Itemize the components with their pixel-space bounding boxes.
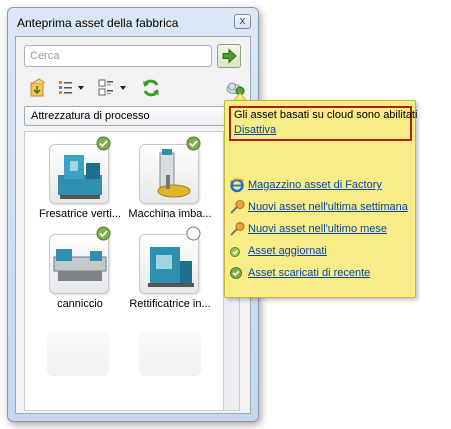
packaging-machine-image [157,149,191,198]
chevron-down-icon [78,86,84,90]
search-go-button[interactable] [217,44,241,68]
category-dropdown[interactable]: Attrezzatura di processo [24,106,240,126]
search-input[interactable] [24,45,212,67]
downloaded-check-icon [186,136,201,151]
asset-thumbnail [139,234,199,294]
asset-tile[interactable]: canniccio [35,226,125,316]
link-label[interactable]: Nuovi asset nell'ultima settimana [248,201,408,213]
cloud-status-highlight: Gli asset basati su cloud sono abilitati… [229,106,418,141]
title-bar[interactable]: Anteprima asset della fabbrica x [8,8,258,36]
asset-tile[interactable]: Fresatrice verti... [35,136,125,226]
asset-grid: Fresatrice verti... Macchina imba... can… [24,131,224,411]
close-icon: x [239,15,246,27]
cloud-status-tooltip: Gli asset basati su cloud sono abilitati… [224,100,418,298]
not-downloaded-icon [186,226,201,241]
arrow-right-icon [222,48,237,64]
asset-tile[interactable]: Macchina imba... [125,136,215,226]
asset-label: canniccio [57,298,103,310]
tile-view-icon[interactable] [98,77,132,99]
asset-label: Macchina imba... [128,208,212,220]
refresh-icon[interactable] [140,77,162,99]
milling-machine-image [58,155,102,199]
downloaded-check-icon [96,136,111,151]
window-content: Attrezzatura di processo [15,36,251,414]
browser-icon [229,178,245,193]
disable-cloud-link[interactable]: Disattiva [234,124,410,136]
downloaded-check-icon [96,226,111,241]
asset-thumbnail [49,144,109,204]
toolbar [28,77,243,99]
asset-thumbnail [49,234,109,294]
close-button[interactable]: x [234,14,251,29]
asset-preview-window: Anteprima asset della fabbrica x Cerca A… [7,7,259,422]
import-asset-icon[interactable] [28,77,48,99]
cloud-status-message: Gli asset basati su cloud sono abilitati [234,109,418,121]
lathe-image [53,249,107,281]
asset-tile[interactable]: Rettificatrice in... [125,226,215,316]
grinding-machine-image [148,247,194,287]
link-label[interactable]: Asset aggiornati [248,245,327,257]
updated-asset-icon [230,247,240,257]
new-asset-week-icon [230,200,245,214]
placeholder-tile [47,332,109,376]
list-view-icon[interactable] [58,77,90,99]
link-label[interactable]: Asset scaricati di recente [248,267,370,279]
downloaded-asset-icon [230,267,242,279]
asset-label: Rettificatrice in... [129,298,211,310]
window-title: Anteprima asset della fabbrica [17,16,179,30]
link-label[interactable]: Magazzino asset di Factory [248,179,382,191]
asset-thumbnail [139,144,199,204]
category-selected: Attrezzatura di processo [31,110,150,122]
link-label[interactable]: Nuovi asset nell'ultimo mese [248,223,387,235]
new-asset-month-icon [230,222,245,236]
placeholder-tile [139,332,201,376]
asset-label: Fresatrice verti... [39,208,121,220]
